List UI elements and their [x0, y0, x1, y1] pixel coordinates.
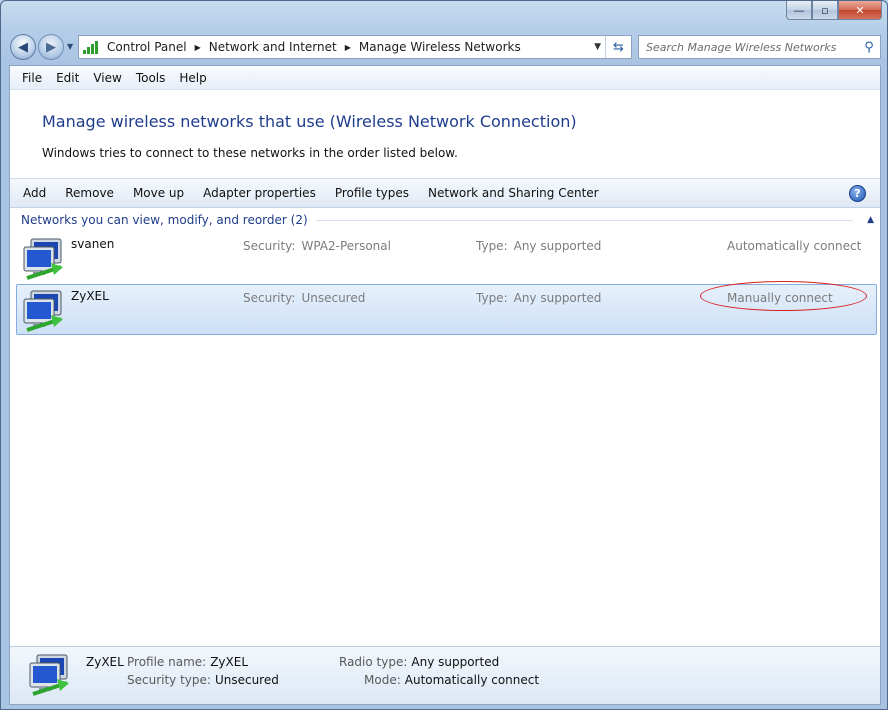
radio-type-value: Any supported	[411, 655, 500, 669]
breadcrumb-separator-icon[interactable]: ▶	[195, 43, 201, 52]
breadcrumb-label: Control Panel	[107, 40, 187, 54]
recent-pages-icon[interactable]: ▼	[67, 42, 73, 51]
network-type: Type: Any supported	[476, 291, 601, 305]
details-pane: ZyXEL Profile name: ZyXEL Security type: U…	[10, 646, 880, 704]
page-heading: Manage wireless networks that use (Wirel…	[10, 90, 880, 178]
group-divider	[315, 219, 854, 221]
security-label: Security:	[243, 239, 296, 253]
search-input[interactable]	[639, 37, 858, 57]
content-area: File Edit View Tools Help Manage wireles…	[9, 65, 881, 705]
wireless-network-icon	[29, 654, 69, 696]
wireless-network-icon	[23, 238, 63, 280]
wireless-network-icon	[23, 290, 63, 332]
breadcrumb-manage-wireless-networks[interactable]: Manage Wireless Networks	[359, 40, 521, 54]
network-security: Security: Unsecured	[243, 291, 365, 305]
forward-button[interactable]: ▶	[38, 34, 64, 60]
adapter-properties-button[interactable]: Adapter properties	[203, 186, 316, 200]
minimize-button[interactable]: —	[786, 1, 812, 20]
details-security-type: Security type: Unsecured	[127, 673, 279, 687]
radio-type-label: Radio type:	[339, 655, 408, 669]
page-title: Manage wireless networks that use (Wirel…	[42, 112, 577, 131]
type-value: Any supported	[513, 291, 602, 305]
search-box[interactable]: ⚲	[638, 35, 881, 59]
move-up-button[interactable]: Move up	[133, 186, 184, 200]
security-label: Security:	[243, 291, 296, 305]
caption-buttons: — ▫ ✕	[786, 1, 882, 20]
network-security: Security: WPA2-Personal	[243, 239, 391, 253]
command-bar: Add Remove Move up Adapter properties Pr…	[10, 178, 880, 208]
details-network-name: ZyXEL	[86, 655, 124, 669]
mode-value: Automatically connect	[404, 673, 540, 687]
network-row-svanen[interactable]: svanen Security: WPA2-Personal Type: Any s…	[16, 232, 877, 283]
security-value: WPA2-Personal	[301, 239, 391, 253]
network-connection-mode: Manually connect	[727, 291, 833, 305]
mode-label: Mode:	[364, 673, 401, 687]
search-icon[interactable]: ⚲	[858, 40, 880, 55]
back-button[interactable]: ◀	[10, 34, 36, 60]
collapse-chevron-icon[interactable]: ▲	[867, 215, 874, 225]
address-dropdown-icon[interactable]: ▼	[594, 42, 601, 52]
profile-name-label: Profile name:	[127, 655, 207, 669]
menu-bar: File Edit View Tools Help	[10, 66, 880, 90]
network-row-zyxel[interactable]: ZyXEL Security: Unsecured Type: Any suppor…	[16, 281, 877, 335]
network-group-title: Networks you can view, modify, and reord…	[21, 213, 308, 227]
menu-view[interactable]: View	[93, 71, 121, 85]
menu-edit[interactable]: Edit	[56, 71, 79, 85]
address-bar[interactable]: Control Panel ▶ Network and Internet ▶ M…	[78, 35, 632, 59]
menu-help[interactable]: Help	[179, 71, 206, 85]
type-label: Type:	[476, 239, 508, 253]
network-sharing-center-button[interactable]: Network and Sharing Center	[428, 186, 599, 200]
security-type-label: Security type:	[127, 673, 211, 687]
refresh-icon[interactable]: ⇆	[605, 36, 631, 58]
network-signal-icon	[83, 40, 99, 54]
network-connection-mode: Automatically connect	[727, 239, 862, 253]
breadcrumb-network-and-internet[interactable]: Network and Internet ▶	[209, 40, 351, 54]
network-group-header[interactable]: Networks you can view, modify, and reord…	[21, 208, 874, 232]
network-list: svanen Security: WPA2-Personal Type: Any s…	[16, 232, 877, 335]
breadcrumb-label: Manage Wireless Networks	[358, 40, 521, 54]
security-type-value: Unsecured	[214, 673, 279, 687]
forward-arrow-icon: ▶	[46, 39, 56, 55]
type-label: Type:	[476, 291, 508, 305]
details-radio-type: Radio type: Any supported	[339, 655, 499, 669]
breadcrumb-separator-icon[interactable]: ▶	[345, 43, 351, 52]
details-mode: Mode: Automatically connect	[364, 673, 539, 687]
network-type: Type: Any supported	[476, 239, 601, 253]
window: — ▫ ✕ ◀ ▶ ▼ Control Panel ▶ Network and …	[0, 0, 888, 710]
page-subtitle: Windows tries to connect to these networ…	[42, 146, 458, 160]
breadcrumb-label: Network and Internet	[208, 40, 337, 54]
close-button[interactable]: ✕	[838, 1, 882, 20]
profile-name-value: ZyXEL	[210, 655, 249, 669]
back-arrow-icon: ◀	[18, 39, 28, 55]
menu-tools[interactable]: Tools	[136, 71, 166, 85]
breadcrumb-control-panel[interactable]: Control Panel ▶	[107, 40, 201, 54]
network-name: svanen	[71, 237, 115, 251]
network-name: ZyXEL	[71, 289, 109, 303]
details-profile-name: Profile name: ZyXEL	[127, 655, 248, 669]
remove-button[interactable]: Remove	[65, 186, 114, 200]
add-button[interactable]: Add	[23, 186, 46, 200]
type-value: Any supported	[513, 239, 602, 253]
menu-file[interactable]: File	[22, 71, 42, 85]
profile-types-button[interactable]: Profile types	[335, 186, 409, 200]
help-icon[interactable]: ?	[849, 185, 866, 202]
security-value: Unsecured	[301, 291, 366, 305]
maximize-button[interactable]: ▫	[812, 1, 838, 20]
